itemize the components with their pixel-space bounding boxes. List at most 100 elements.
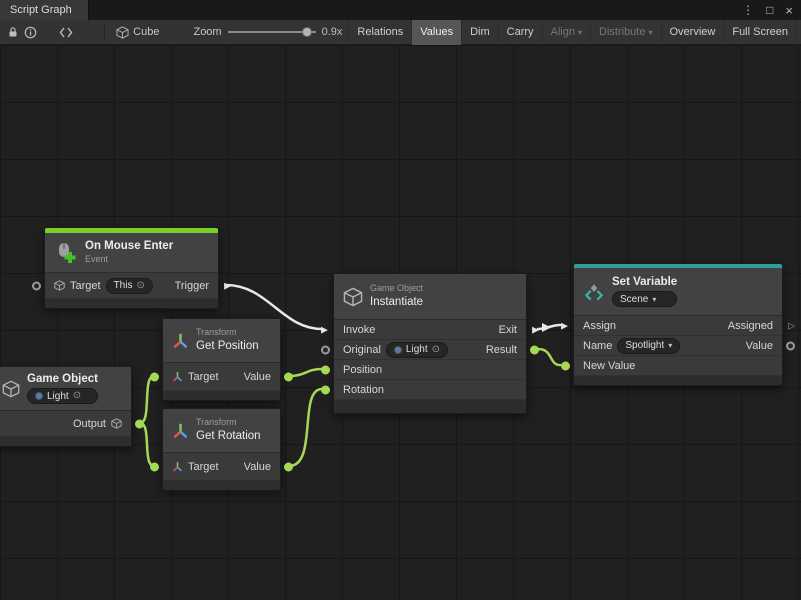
- transform-icon: [172, 371, 183, 382]
- port-event-trigger-output[interactable]: ▶: [224, 281, 231, 290]
- wire-result-to-new-value[interactable]: [538, 349, 560, 365]
- port-value-output[interactable]: [786, 341, 795, 350]
- node-header[interactable]: Transform Get Position: [163, 319, 280, 363]
- graph-toolbar: Cube Zoom 0.9x Relations Values Dim Carr…: [0, 20, 801, 45]
- node-title: Set Variable: [612, 276, 677, 289]
- lock-icon[interactable]: [6, 22, 20, 42]
- port-invoke-input[interactable]: ▶: [321, 325, 328, 334]
- name-value-row: Name Spotlight ▾ Value: [574, 336, 782, 356]
- port-gameobject-output[interactable]: [135, 419, 144, 428]
- graph-canvas[interactable]: On Mouse Enter Event Target This ⊙ Trigg…: [0, 45, 801, 600]
- port-result-output[interactable]: [530, 345, 539, 354]
- node-game-object-literal[interactable]: Game Object Light ⊙ Output: [0, 366, 132, 447]
- variable-scope-dropdown[interactable]: Scene ▾: [612, 291, 677, 307]
- zoom-slider-handle[interactable]: [302, 27, 312, 37]
- graph-owner-button[interactable]: Cube: [110, 24, 165, 41]
- align-button[interactable]: Align ▾: [542, 20, 590, 45]
- value-label: Value: [244, 371, 271, 383]
- node-title: Instantiate: [370, 296, 423, 309]
- dim-button[interactable]: Dim: [461, 20, 498, 45]
- port-assign-input[interactable]: ▶: [561, 321, 568, 330]
- info-icon[interactable]: [24, 22, 38, 42]
- node-subtitle: Event: [85, 255, 173, 265]
- node-header[interactable]: Transform Get Rotation: [163, 409, 280, 453]
- port-new-value-input[interactable]: [561, 361, 570, 370]
- value-label: Value: [746, 340, 773, 352]
- target-value-row: Target Value: [163, 363, 280, 391]
- event-target-row: Target This ⊙ Trigger ▶: [45, 273, 218, 299]
- port-rotation-input[interactable]: [321, 385, 330, 394]
- position-label: Position: [343, 364, 382, 376]
- object-picker-icon[interactable]: ⊙: [136, 281, 144, 291]
- light-icon: [35, 392, 43, 400]
- light-icon: [394, 346, 402, 354]
- port-assigned-output[interactable]: ▷: [788, 321, 795, 330]
- node-title: Game Object: [27, 373, 98, 386]
- wire-output-to-getrotation-target[interactable]: [140, 423, 154, 466]
- trigger-label: Trigger: [175, 280, 209, 292]
- tab-script-graph[interactable]: Script Graph: [0, 0, 89, 20]
- wire-position-value-to-instantiate-position[interactable]: [289, 369, 322, 376]
- position-row: Position: [334, 360, 526, 380]
- wire-exit-to-assign[interactable]: [538, 325, 560, 329]
- tab-bar: Script Graph ⋮ □ ×: [0, 0, 801, 20]
- window-menu-icon[interactable]: ⋮: [742, 4, 754, 16]
- node-instantiate[interactable]: Game Object Instantiate ▶ Invoke Exit ▶ …: [333, 273, 527, 414]
- port-getrotation-value-output[interactable]: [284, 462, 293, 471]
- fullscreen-button[interactable]: Full Screen: [723, 20, 797, 45]
- node-on-mouse-enter[interactable]: On Mouse Enter Event Target This ⊙ Trigg…: [44, 227, 219, 309]
- zoom-label: Zoom: [193, 26, 221, 38]
- overview-button[interactable]: Overview: [661, 20, 724, 45]
- light-object-chip[interactable]: Light ⊙: [386, 342, 448, 358]
- this-value-chip[interactable]: This ⊙: [106, 278, 153, 294]
- window-controls: ⋮ □ ×: [742, 0, 801, 20]
- target-label: Target: [188, 461, 219, 473]
- invoke-exit-row: ▶ Invoke Exit ▶: [334, 320, 526, 340]
- invoke-label: Invoke: [343, 324, 375, 336]
- values-button[interactable]: Values: [411, 20, 461, 45]
- node-get-position[interactable]: Transform Get Position Target Value: [162, 318, 281, 401]
- port-getrotation-target-input[interactable]: [150, 462, 159, 471]
- variable-name-dropdown[interactable]: Spotlight ▾: [617, 338, 680, 354]
- wire-output-to-getposition-target[interactable]: [140, 376, 154, 423]
- transform-icon: [172, 422, 189, 439]
- assign-row: ▶ Assign Assigned ▷: [574, 316, 782, 336]
- node-category: Transform: [196, 418, 261, 428]
- node-header[interactable]: On Mouse Enter Event: [45, 233, 218, 273]
- port-position-input[interactable]: [321, 365, 330, 374]
- carry-button[interactable]: Carry: [498, 20, 542, 45]
- node-footer: [45, 299, 218, 308]
- chevron-down-icon: ▾: [668, 341, 672, 350]
- chevron-down-icon: ▾: [652, 295, 656, 304]
- new-value-label: New Value: [583, 360, 635, 372]
- object-picker-icon[interactable]: ⊙: [73, 391, 81, 401]
- light-object-chip[interactable]: Light ⊙: [27, 388, 98, 404]
- graph-owner-label: Cube: [133, 26, 159, 38]
- node-get-rotation[interactable]: Transform Get Rotation Target Value: [162, 408, 281, 491]
- relations-button[interactable]: Relations: [348, 20, 411, 45]
- transform-icon: [172, 332, 189, 349]
- zoom-slider[interactable]: [228, 25, 316, 39]
- distribute-button[interactable]: Distribute ▾: [590, 20, 660, 45]
- window-maximize-icon[interactable]: □: [766, 4, 773, 16]
- node-title: On Mouse Enter: [85, 240, 173, 253]
- wire-rotation-value-to-instantiate-rotation[interactable]: [289, 389, 322, 466]
- code-icon[interactable]: [59, 22, 73, 42]
- node-header[interactable]: Game Object Instantiate: [334, 274, 526, 320]
- node-header[interactable]: Game Object Light ⊙: [0, 367, 131, 411]
- window-close-icon[interactable]: ×: [785, 4, 793, 17]
- object-picker-icon[interactable]: ⊙: [432, 345, 440, 355]
- node-header[interactable]: Set Variable Scene ▾: [574, 268, 782, 316]
- node-footer: [574, 376, 782, 385]
- output-row: Output: [0, 411, 131, 437]
- node-set-variable[interactable]: Set Variable Scene ▾ ▶ Assign Assigned ▷…: [573, 263, 783, 386]
- port-exit-output[interactable]: ▶: [532, 325, 539, 334]
- result-label: Result: [486, 344, 517, 356]
- port-event-target-input[interactable]: [32, 281, 41, 290]
- toolbar-divider: [104, 24, 105, 40]
- port-original-input[interactable]: [321, 345, 330, 354]
- port-getposition-target-input[interactable]: [150, 372, 159, 381]
- mouse-enter-icon: [54, 241, 78, 265]
- assigned-label: Assigned: [728, 320, 773, 332]
- port-getposition-value-output[interactable]: [284, 372, 293, 381]
